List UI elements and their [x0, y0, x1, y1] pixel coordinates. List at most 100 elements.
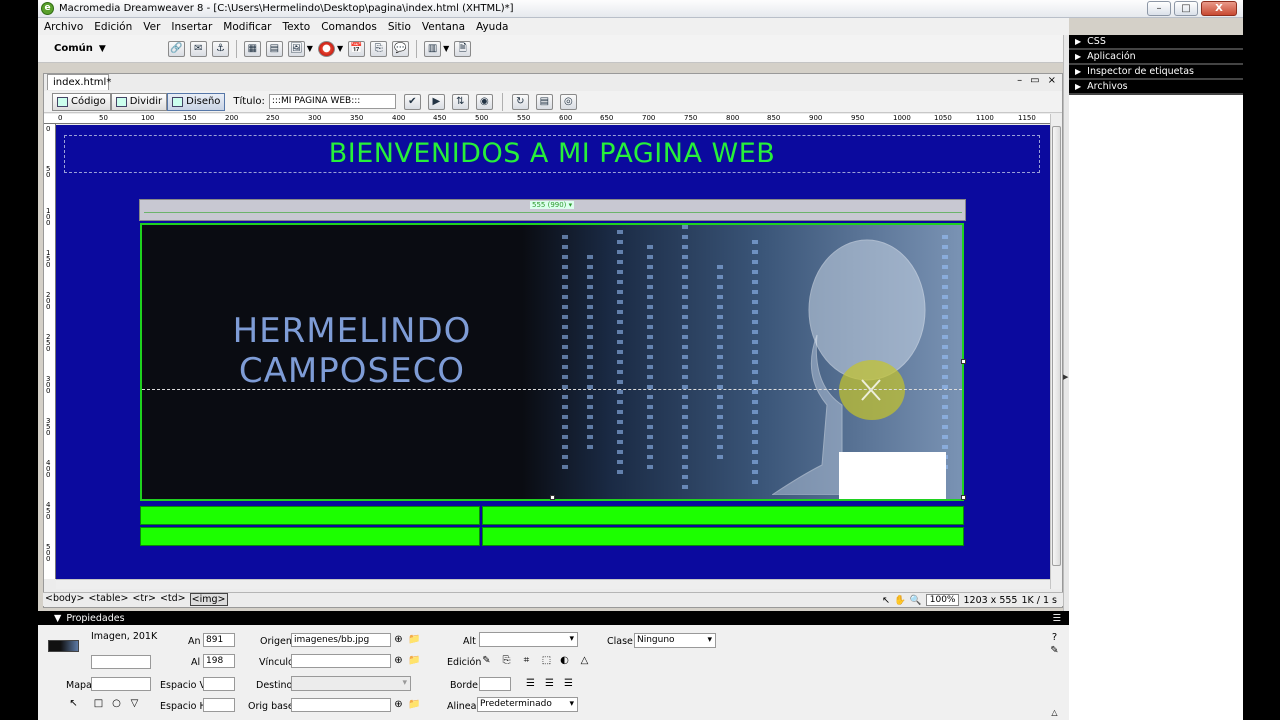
template-icon[interactable]: 🗎: [454, 40, 472, 57]
alt-select[interactable]: [479, 632, 578, 647]
media-icon[interactable]: ●: [317, 40, 335, 57]
expand-properties-icon[interactable]: △: [1048, 706, 1061, 719]
vspace-input[interactable]: [203, 677, 235, 691]
pointer-hotspot-icon[interactable]: ↖: [67, 697, 80, 710]
select-tool-icon[interactable]: ↖: [882, 595, 890, 606]
menu-modificar[interactable]: Modificar: [223, 21, 271, 33]
browser-preview-icon[interactable]: ◉: [475, 93, 493, 110]
table-cell[interactable]: [140, 506, 480, 525]
circle-hotspot-icon[interactable]: ○: [110, 697, 123, 710]
menu-texto[interactable]: Texto: [283, 21, 311, 33]
source-input[interactable]: imagenes/bb.jpg: [291, 633, 391, 647]
resample-icon[interactable]: ⬚: [540, 654, 553, 667]
quick-tag-editor-icon[interactable]: ✎: [1048, 644, 1061, 657]
border-input[interactable]: [479, 677, 511, 691]
menu-sitio[interactable]: Sitio: [388, 21, 411, 33]
hand-tool-icon[interactable]: ✋: [894, 595, 906, 606]
resize-handle[interactable]: [550, 495, 555, 500]
window-size[interactable]: 1203 x 555: [963, 595, 1017, 606]
table-cell[interactable]: [140, 527, 480, 546]
crop-icon[interactable]: ⌗: [520, 654, 533, 667]
date-icon[interactable]: 📅: [348, 40, 366, 57]
folder-icon[interactable]: 📁: [408, 654, 421, 667]
tag-table[interactable]: <table>: [88, 593, 128, 606]
doc-restore-button[interactable]: ▭: [1030, 75, 1039, 86]
panel-inspector-etiquetas[interactable]: ▶ Inspector de etiquetas: [1069, 65, 1243, 80]
image-dropdown-icon[interactable]: ▼: [307, 44, 313, 53]
link-input[interactable]: [291, 654, 391, 668]
email-link-icon[interactable]: ✉: [189, 40, 207, 57]
close-button[interactable]: X: [1201, 1, 1237, 16]
maximize-button[interactable]: □: [1174, 1, 1198, 16]
doc-minimize-button[interactable]: –: [1017, 75, 1022, 86]
doc-title-input[interactable]: :::MI PAGINA WEB:::: [268, 94, 396, 109]
tag-img[interactable]: <img>: [189, 593, 228, 606]
table-cell[interactable]: [482, 506, 964, 525]
height-input[interactable]: 198: [203, 654, 235, 668]
vertical-scrollbar[interactable]: [1050, 114, 1062, 589]
named-anchor-icon[interactable]: ⚓: [211, 40, 229, 57]
help-icon[interactable]: ?: [1048, 631, 1061, 644]
align-select[interactable]: Predeterminado: [477, 697, 578, 712]
scrollbar-thumb[interactable]: [1052, 126, 1061, 566]
image-name-input[interactable]: [91, 655, 151, 669]
align-left-icon[interactable]: ☰: [524, 677, 537, 690]
sharpen-icon[interactable]: △: [578, 654, 591, 667]
resize-handle[interactable]: [961, 495, 966, 500]
tag-tr[interactable]: <tr>: [132, 593, 156, 606]
validate-icon[interactable]: ✔: [403, 93, 421, 110]
point-to-file-icon[interactable]: ⊕: [392, 654, 405, 667]
doc-close-button[interactable]: ×: [1048, 75, 1056, 86]
table-cell[interactable]: [482, 527, 964, 546]
server-include-icon[interactable]: ⎘: [370, 40, 388, 57]
view-design-button[interactable]: Diseño: [167, 92, 226, 111]
table-width-header[interactable]: 555 (990) ▾: [139, 199, 966, 221]
menu-comandos[interactable]: Comandos: [321, 21, 377, 33]
collapse-arrow-icon[interactable]: ▶: [1063, 373, 1069, 381]
align-center-icon[interactable]: ☰: [543, 677, 556, 690]
folder-icon[interactable]: 📁: [408, 698, 421, 711]
brightness-contrast-icon[interactable]: ◐: [558, 654, 571, 667]
panel-aplicacion[interactable]: ▶ Aplicación: [1069, 50, 1243, 65]
class-select[interactable]: Ninguno: [634, 633, 716, 648]
optimize-icon[interactable]: ⎘: [500, 654, 513, 667]
image-icon[interactable]: 🖼: [287, 40, 305, 57]
view-options-icon[interactable]: ▤: [535, 93, 553, 110]
options-menu-icon[interactable]: ☰: [1052, 613, 1061, 624]
tag-td[interactable]: <td>: [160, 593, 186, 606]
head-icon[interactable]: ▥: [424, 40, 442, 57]
view-code-button[interactable]: Código: [52, 92, 111, 111]
menu-ayuda[interactable]: Ayuda: [476, 21, 508, 33]
comment-icon[interactable]: 💬: [392, 40, 410, 57]
point-to-file-icon[interactable]: ⊕: [392, 698, 405, 711]
resize-handle[interactable]: [961, 359, 966, 364]
refresh-icon[interactable]: ↻: [511, 93, 529, 110]
folder-icon[interactable]: 📁: [408, 633, 421, 646]
menu-ventana[interactable]: Ventana: [422, 21, 465, 33]
map-input[interactable]: [91, 677, 151, 691]
zoom-select[interactable]: 100%: [925, 594, 960, 606]
tag-body[interactable]: <body>: [45, 593, 84, 606]
media-dropdown-icon[interactable]: ▼: [337, 44, 343, 53]
menu-insertar[interactable]: Insertar: [171, 21, 212, 33]
menu-edicion[interactable]: Edición: [94, 21, 132, 33]
align-right-icon[interactable]: ☰: [562, 677, 575, 690]
properties-header[interactable]: ▼ Propiedades ☰: [38, 611, 1069, 625]
preview-icon[interactable]: ▶: [427, 93, 445, 110]
file-transfer-icon[interactable]: ⇅: [451, 93, 469, 110]
table-width-label[interactable]: 555 (990) ▾: [530, 201, 575, 209]
zoom-tool-icon[interactable]: 🔍: [910, 595, 922, 606]
insert-category-dropdown[interactable]: Común ▼: [54, 43, 106, 54]
edit-image-icon[interactable]: ✎: [480, 654, 493, 667]
horizontal-scrollbar[interactable]: [56, 579, 1050, 589]
hyperlink-icon[interactable]: 🔗: [167, 40, 185, 57]
layer-icon[interactable]: ▤: [265, 40, 283, 57]
minimize-button[interactable]: –: [1147, 1, 1171, 16]
head-dropdown-icon[interactable]: ▼: [443, 44, 449, 53]
rectangle-hotspot-icon[interactable]: □: [92, 697, 105, 710]
width-input[interactable]: 891: [203, 633, 235, 647]
low-src-input[interactable]: [291, 698, 391, 712]
view-split-button[interactable]: Dividir: [110, 92, 168, 111]
target-select[interactable]: [291, 676, 411, 691]
panel-css[interactable]: ▶ CSS: [1069, 35, 1243, 50]
